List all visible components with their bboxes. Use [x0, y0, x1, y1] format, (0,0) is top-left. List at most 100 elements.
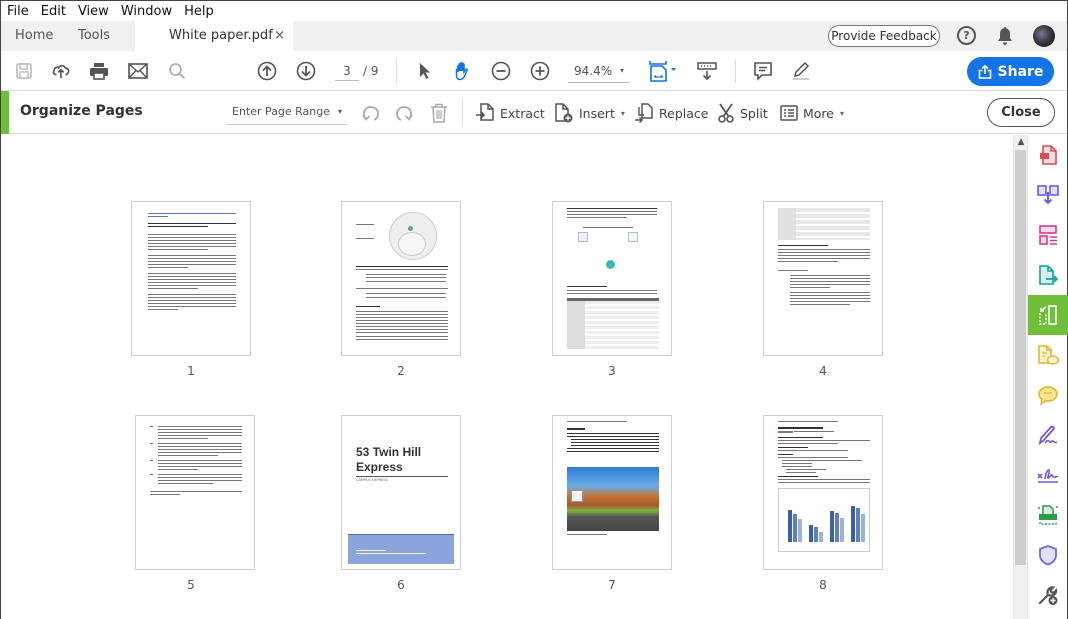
- main-toolbar: 3 / 9 94.4% ▾ Share: [1, 51, 1067, 91]
- split-button[interactable]: Split: [717, 102, 768, 124]
- next-page-icon[interactable]: [296, 61, 316, 81]
- scan-icon: [1038, 505, 1058, 525]
- select-pointer-icon[interactable]: [415, 61, 435, 81]
- split-label: Split: [740, 105, 768, 121]
- current-page-input[interactable]: 3: [335, 61, 359, 81]
- page-thumbnail-3[interactable]: [552, 201, 672, 356]
- vertical-scrollbar[interactable]: ▲: [1013, 135, 1027, 619]
- rail-edit-pdf[interactable]: [1028, 215, 1068, 255]
- page-thumbnail-6[interactable]: 53 Twin Hill Express CAMPUS EXPRESS: [341, 415, 461, 570]
- replace-label: Replace: [659, 105, 709, 121]
- more-label: More: [803, 105, 834, 121]
- mini-chart-bar: [814, 526, 818, 542]
- extract-button[interactable]: Extract: [475, 102, 545, 124]
- previous-page-icon[interactable]: [257, 61, 277, 81]
- rail-send-for-signature[interactable]: [1028, 455, 1068, 495]
- provide-feedback-button[interactable]: Provide Feedback: [828, 25, 940, 47]
- rail-scan[interactable]: [1028, 495, 1068, 535]
- page-thumbnail-4[interactable]: [763, 201, 883, 356]
- search-icon[interactable]: [167, 61, 187, 81]
- rail-organize-pages[interactable]: [1028, 295, 1068, 335]
- rail-more-tools[interactable]: [1028, 575, 1068, 615]
- signature-icon: [1037, 469, 1059, 483]
- zoom-out-icon[interactable]: [491, 61, 511, 81]
- mini-chart-bar: [819, 532, 823, 542]
- toolbar-divider: [396, 59, 397, 83]
- organize-pages-toolbar: Organize Pages Enter Page Range ▾ Extrac…: [1, 91, 1067, 134]
- scroll-mode-icon[interactable]: [697, 61, 717, 81]
- page-number-label: 3: [608, 364, 616, 378]
- page-thumbnail-7[interactable]: [552, 415, 672, 570]
- zoom-level-value: 94.4%: [574, 64, 613, 78]
- mini-chart-bar: [793, 514, 797, 542]
- mini-chart-bar: [788, 510, 792, 542]
- insert-page-icon: [555, 103, 573, 123]
- page-thumbnail-1[interactable]: [131, 201, 251, 356]
- page-thumbnail-8[interactable]: [763, 415, 883, 570]
- tab-document[interactable]: White paper.pdf ×: [135, 21, 293, 51]
- page-thumbnail-5[interactable]: [135, 415, 255, 570]
- wrench-plus-icon: [1038, 586, 1058, 605]
- mini-chart-bar: [835, 513, 839, 542]
- page-range-dropdown[interactable]: Enter Page Range ▾: [226, 101, 348, 125]
- zoom-in-icon[interactable]: [530, 61, 550, 81]
- menu-file[interactable]: File: [7, 4, 29, 19]
- organize-accent-bar: [1, 91, 9, 134]
- save-icon[interactable]: [14, 61, 34, 81]
- email-icon[interactable]: [128, 61, 148, 81]
- rail-fill-and-sign[interactable]: [1028, 415, 1068, 455]
- share-button[interactable]: Share: [967, 57, 1054, 86]
- help-icon[interactable]: ?: [957, 26, 976, 45]
- scroll-up-arrow-icon[interactable]: ▲: [1014, 135, 1028, 149]
- page-thumbnails-area: 1 2 3 4 5 53 Twin Hill Express CAMPUS EX…: [1, 135, 1013, 619]
- rail-protect[interactable]: [1028, 535, 1068, 575]
- rotate-clockwise-icon[interactable]: [393, 102, 415, 124]
- menu-window[interactable]: Window: [121, 4, 172, 19]
- total-pages: / 9: [363, 64, 379, 78]
- replace-icon: [635, 103, 653, 123]
- more-list-icon: [780, 105, 798, 121]
- page-thumbnail-2[interactable]: [341, 201, 461, 356]
- tools-rail: [1027, 135, 1068, 619]
- rail-combine-files[interactable]: [1028, 175, 1068, 215]
- user-avatar[interactable]: [1033, 25, 1055, 47]
- rail-create-pdf[interactable]: [1028, 135, 1068, 175]
- close-organize-button[interactable]: Close: [987, 98, 1055, 127]
- organize-pages-icon: [1039, 305, 1057, 325]
- menu-edit[interactable]: Edit: [41, 4, 66, 19]
- print-icon[interactable]: [89, 61, 109, 81]
- chevron-down-icon: ▾: [619, 66, 624, 75]
- page-number-label: 7: [608, 578, 616, 592]
- menu-help[interactable]: Help: [184, 4, 214, 19]
- scroll-thumb[interactable]: [1015, 150, 1026, 565]
- highlight-pen-icon[interactable]: [791, 61, 811, 81]
- notifications-bell-icon[interactable]: [997, 26, 1013, 50]
- insert-label: Insert: [579, 105, 615, 121]
- shield-icon: [1039, 545, 1057, 566]
- rotate-counterclockwise-icon[interactable]: [360, 102, 382, 124]
- replace-button[interactable]: Replace: [634, 102, 708, 124]
- comment-bubble-icon: [1038, 386, 1058, 406]
- export-pdf-icon: [1039, 265, 1059, 285]
- mini-chart-bar: [809, 525, 813, 542]
- tab-tools[interactable]: Tools: [78, 21, 110, 51]
- zoom-level-dropdown[interactable]: 94.4% ▾: [568, 61, 630, 83]
- mini-chart-bar: [861, 514, 865, 542]
- rail-export-pdf[interactable]: [1028, 255, 1068, 295]
- tab-home[interactable]: Home: [15, 21, 53, 51]
- page-number-label: 4: [819, 364, 827, 378]
- close-tab-icon[interactable]: ×: [274, 21, 285, 51]
- upload-cloud-icon[interactable]: [51, 61, 71, 81]
- chevron-down-icon: ▾: [620, 108, 625, 118]
- delete-trash-icon[interactable]: [428, 102, 450, 124]
- rail-comment[interactable]: [1028, 375, 1068, 415]
- rail-send-for-comments[interactable]: [1028, 335, 1068, 375]
- toolbar-divider: [462, 100, 463, 126]
- hand-tool-icon[interactable]: [453, 61, 473, 81]
- page-range-placeholder: Enter Page Range: [232, 105, 331, 118]
- comment-icon[interactable]: [753, 61, 773, 81]
- insert-button[interactable]: Insert ▾: [554, 102, 625, 124]
- more-button[interactable]: More ▾: [780, 102, 844, 124]
- page-fit-icon[interactable]: [648, 61, 678, 82]
- menu-view[interactable]: View: [78, 4, 109, 19]
